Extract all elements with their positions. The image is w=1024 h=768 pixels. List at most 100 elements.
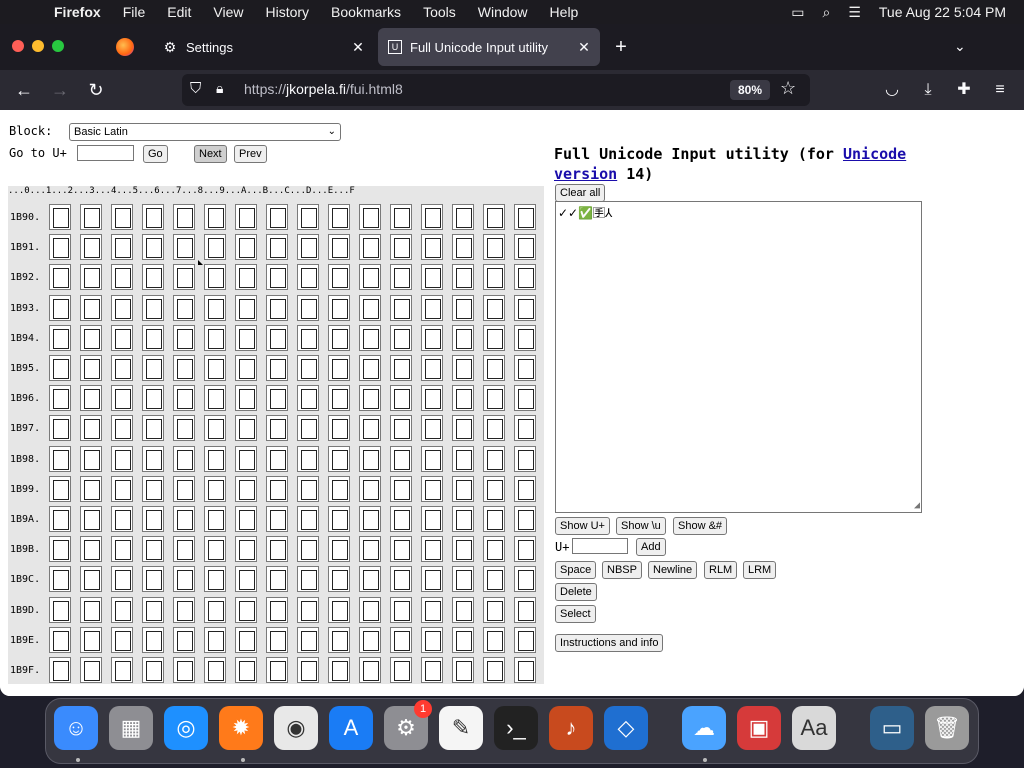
character-cell[interactable] bbox=[359, 445, 381, 472]
character-cell[interactable] bbox=[111, 657, 133, 683]
character-cell[interactable] bbox=[328, 475, 350, 502]
dock-app-store-icon[interactable]: A bbox=[329, 706, 373, 750]
character-cell[interactable] bbox=[142, 204, 164, 230]
character-cell[interactable] bbox=[421, 415, 443, 442]
character-cell[interactable] bbox=[328, 626, 350, 653]
newline-button[interactable]: Newline bbox=[648, 561, 698, 579]
spotlight-search-icon[interactable]: ⌕ bbox=[822, 4, 830, 21]
character-cell[interactable] bbox=[80, 385, 102, 412]
lock-icon[interactable]: 🔒︎ bbox=[216, 80, 223, 97]
character-cell[interactable] bbox=[266, 566, 288, 593]
character-cell[interactable] bbox=[421, 536, 443, 563]
character-cell[interactable] bbox=[514, 264, 536, 291]
character-cell[interactable] bbox=[173, 445, 195, 472]
character-cell[interactable] bbox=[483, 445, 505, 472]
character-cell[interactable] bbox=[297, 324, 319, 351]
character-cell[interactable] bbox=[452, 234, 474, 261]
character-cell[interactable] bbox=[452, 445, 474, 472]
character-cell[interactable] bbox=[328, 415, 350, 442]
character-cell[interactable] bbox=[359, 596, 381, 623]
character-cell[interactable] bbox=[452, 657, 474, 683]
reload-icon[interactable]: ↻ bbox=[84, 78, 108, 102]
character-cell[interactable] bbox=[390, 415, 412, 442]
character-cell[interactable] bbox=[483, 204, 505, 230]
character-cell[interactable] bbox=[204, 264, 226, 291]
character-cell[interactable] bbox=[328, 234, 350, 261]
character-cell[interactable] bbox=[173, 506, 195, 532]
character-cell[interactable] bbox=[421, 234, 443, 261]
character-cell[interactable] bbox=[359, 385, 381, 412]
character-cell[interactable] bbox=[111, 355, 133, 381]
character-cell[interactable] bbox=[421, 566, 443, 593]
character-cell[interactable] bbox=[266, 385, 288, 412]
character-cell[interactable] bbox=[235, 657, 257, 683]
character-cell[interactable] bbox=[235, 596, 257, 623]
character-cell[interactable] bbox=[359, 264, 381, 291]
character-cell[interactable] bbox=[142, 445, 164, 472]
dock-screenshot-icon[interactable]: ▭ bbox=[870, 706, 914, 750]
character-cell[interactable] bbox=[421, 294, 443, 321]
character-cell[interactable] bbox=[390, 204, 412, 230]
character-cell[interactable] bbox=[421, 596, 443, 623]
character-cell[interactable] bbox=[235, 264, 257, 291]
character-cell[interactable] bbox=[452, 566, 474, 593]
character-cell[interactable] bbox=[142, 566, 164, 593]
character-cell[interactable] bbox=[80, 324, 102, 351]
character-cell[interactable] bbox=[452, 536, 474, 563]
character-cell[interactable] bbox=[204, 596, 226, 623]
character-cell[interactable] bbox=[266, 657, 288, 683]
character-cell[interactable] bbox=[390, 626, 412, 653]
character-cell[interactable] bbox=[173, 324, 195, 351]
dock-photo-booth-icon[interactable]: ▣ bbox=[737, 706, 781, 750]
window-maximize-button[interactable] bbox=[52, 40, 64, 52]
character-cell[interactable] bbox=[297, 596, 319, 623]
character-cell[interactable] bbox=[235, 566, 257, 593]
character-cell[interactable] bbox=[390, 506, 412, 532]
character-cell[interactable] bbox=[297, 294, 319, 321]
menu-history[interactable]: History bbox=[265, 4, 309, 20]
go-button[interactable]: Go bbox=[143, 145, 168, 163]
character-cell[interactable] bbox=[142, 475, 164, 502]
character-cell[interactable] bbox=[297, 445, 319, 472]
character-cell[interactable] bbox=[142, 506, 164, 532]
dock-launchpad-icon[interactable]: ▦ bbox=[109, 706, 153, 750]
instructions-button[interactable]: Instructions and info bbox=[555, 634, 664, 652]
character-cell[interactable] bbox=[483, 506, 505, 532]
space-button[interactable]: Space bbox=[555, 561, 597, 579]
character-cell[interactable] bbox=[266, 324, 288, 351]
character-cell[interactable] bbox=[328, 566, 350, 593]
character-cell[interactable] bbox=[80, 445, 102, 472]
character-cell[interactable] bbox=[80, 596, 102, 623]
character-cell[interactable] bbox=[359, 536, 381, 563]
screen-mirror-icon[interactable]: ▭ bbox=[791, 4, 804, 21]
character-cell[interactable] bbox=[483, 415, 505, 442]
prev-button[interactable]: Prev bbox=[234, 145, 267, 163]
character-cell[interactable] bbox=[266, 294, 288, 321]
character-cell[interactable] bbox=[49, 234, 71, 261]
character-cell[interactable] bbox=[204, 536, 226, 563]
dock-safari-icon[interactable]: ◎ bbox=[164, 706, 208, 750]
next-button[interactable]: Next bbox=[194, 145, 227, 163]
character-cell[interactable] bbox=[173, 626, 195, 653]
menu-app-name[interactable]: Firefox bbox=[54, 4, 101, 20]
character-cell[interactable] bbox=[390, 234, 412, 261]
add-button[interactable]: Add bbox=[636, 538, 666, 556]
character-cell[interactable] bbox=[483, 596, 505, 623]
character-cell[interactable] bbox=[328, 657, 350, 683]
character-cell[interactable] bbox=[452, 596, 474, 623]
character-cell[interactable] bbox=[49, 657, 71, 683]
character-cell[interactable] bbox=[514, 445, 536, 472]
character-cell[interactable] bbox=[49, 596, 71, 623]
character-cell[interactable] bbox=[297, 355, 319, 381]
character-cell[interactable] bbox=[173, 596, 195, 623]
firefox-view-icon[interactable] bbox=[116, 38, 134, 56]
hamburger-menu-icon[interactable]: ≡ bbox=[988, 78, 1012, 102]
character-cell[interactable] bbox=[142, 657, 164, 683]
character-cell[interactable] bbox=[359, 234, 381, 261]
character-cell[interactable] bbox=[235, 475, 257, 502]
character-cell[interactable] bbox=[204, 355, 226, 381]
character-cell[interactable] bbox=[421, 475, 443, 502]
delete-button[interactable]: Delete bbox=[555, 583, 597, 601]
character-cell[interactable] bbox=[80, 566, 102, 593]
add-codepoint-input[interactable] bbox=[572, 538, 628, 554]
